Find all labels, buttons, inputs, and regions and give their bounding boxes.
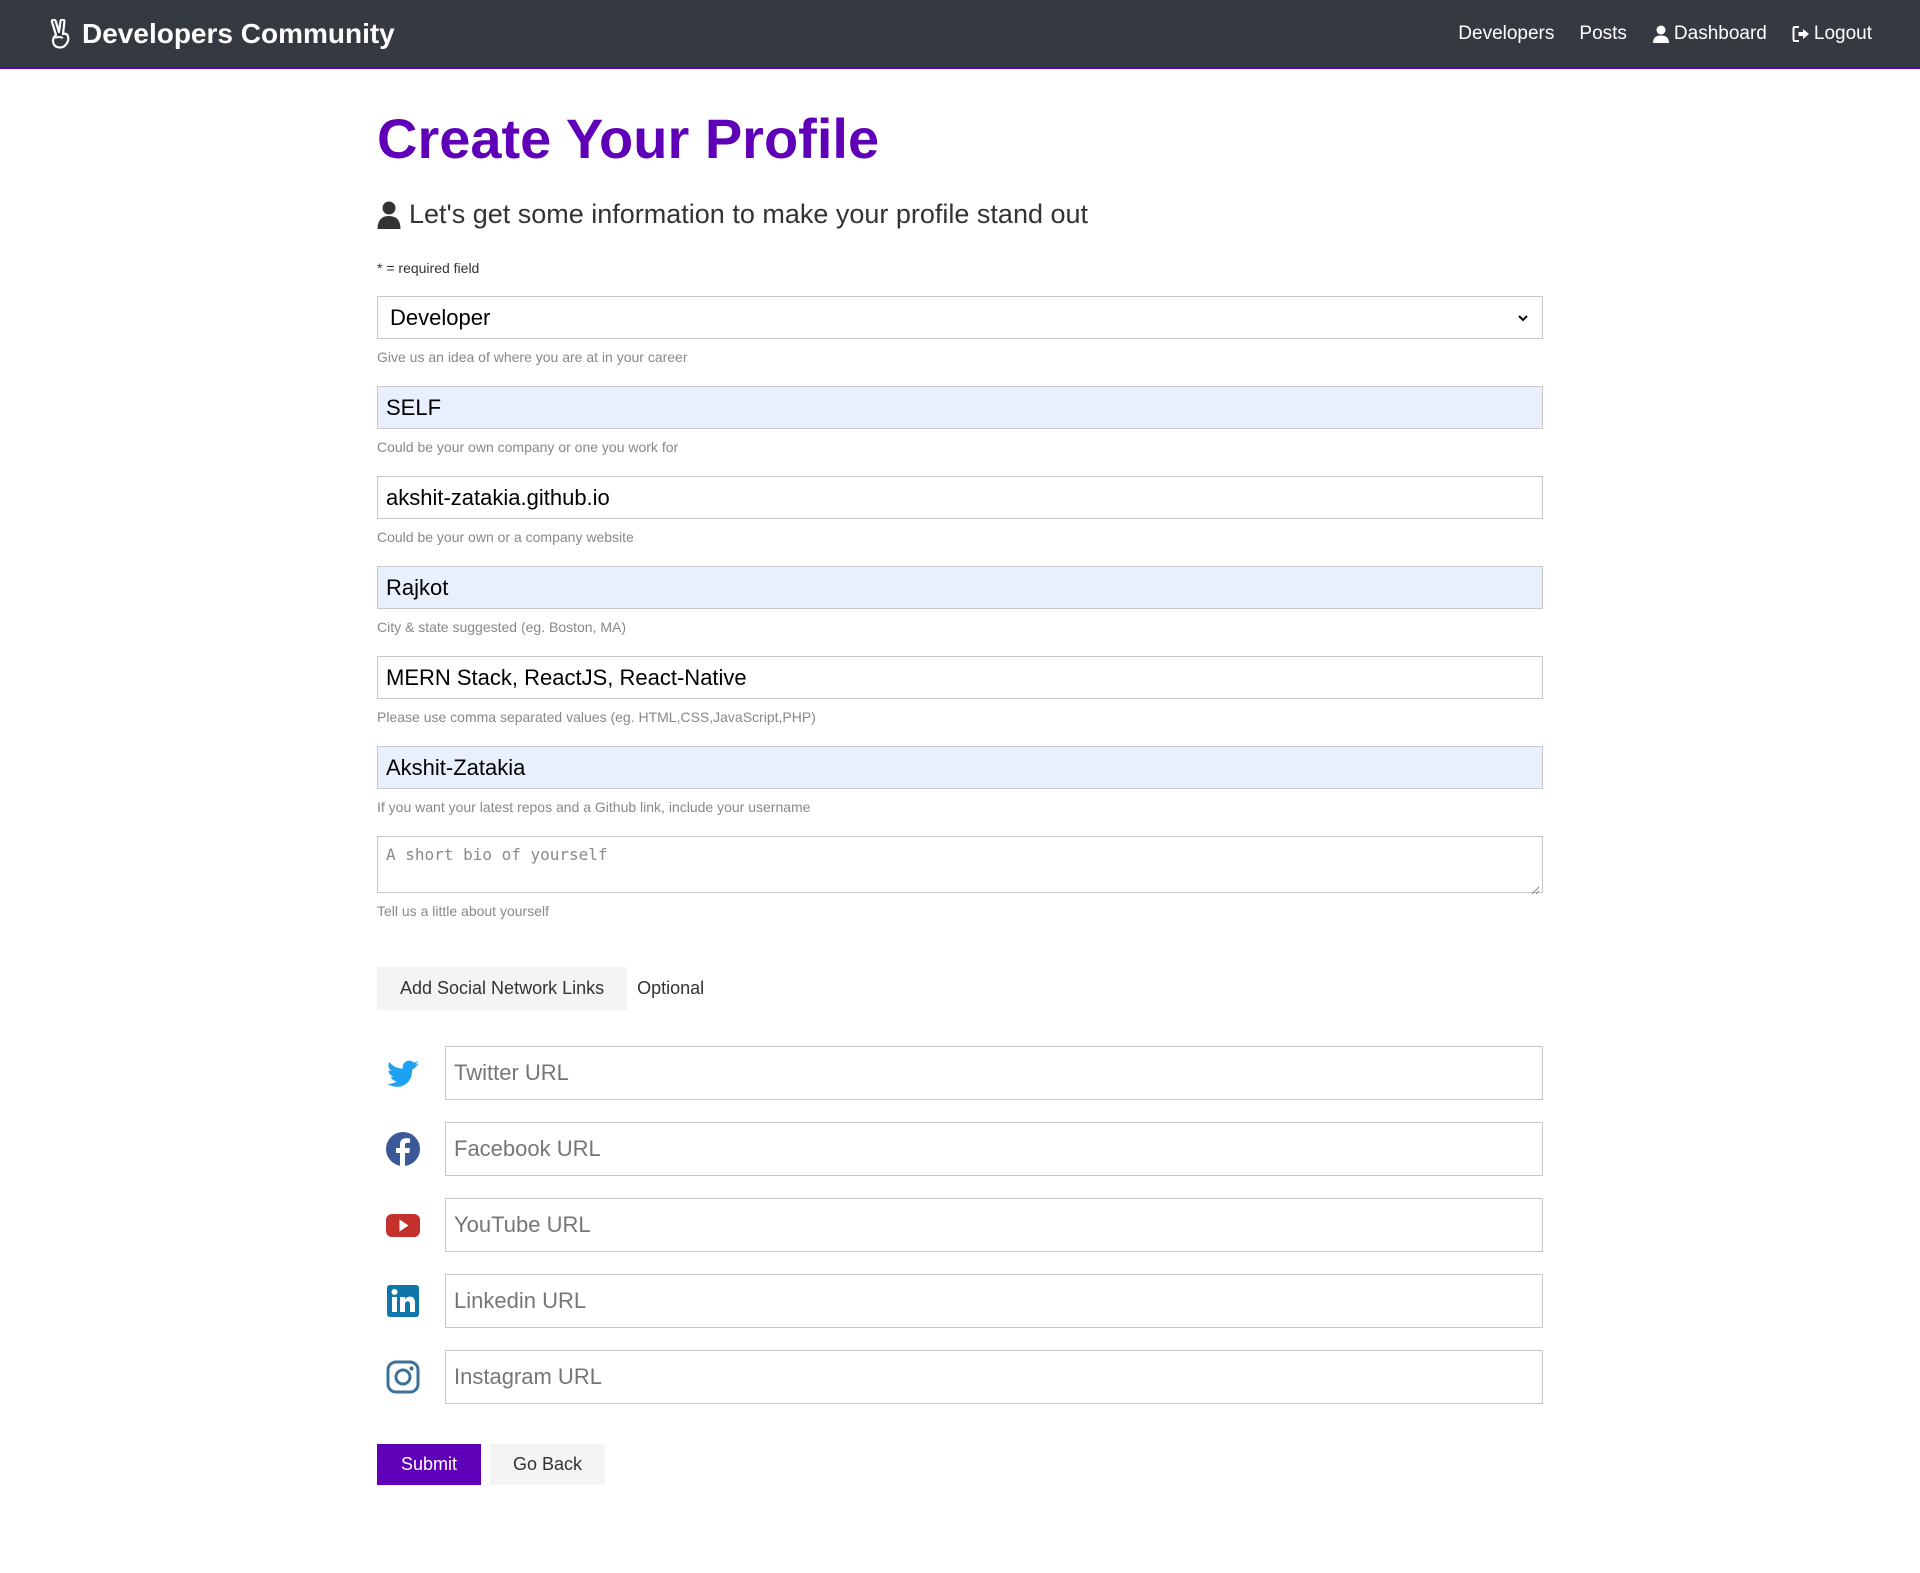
linkedin-row: Linkedin URL [377,1274,1543,1328]
profile-form-container: Create Your Profile Let's get some infor… [377,69,1543,1485]
submit-button[interactable]: Submit [377,1444,482,1485]
github-help: If you want your latest repos and a Gith… [377,799,811,815]
add-social-links-button[interactable]: Add Social Network Links [377,967,628,1010]
brand-text: Developers Community [82,17,395,49]
status-select-value: Developer [390,304,491,330]
status-group: Developer Give us an idea of where you a… [377,296,1543,365]
instagram-icon [377,1359,445,1395]
nav-logout-label: Logout [1813,22,1872,44]
user-icon [1652,25,1670,43]
navbar: Developers Community Developers Posts Da… [0,0,1920,69]
optional-label: Optional [637,978,705,998]
peace-hand-icon [48,18,74,49]
linkedin-icon [377,1283,445,1319]
resize-handle-icon[interactable] [1530,880,1540,895]
required-note: * = required field [377,260,480,276]
facebook-icon [377,1131,445,1167]
skills-group: MERN Stack, ReactJS, React-Native Please… [377,656,1543,725]
skills-input[interactable]: MERN Stack, ReactJS, React-Native [377,656,1543,699]
bio-placeholder: A short bio of yourself [386,845,608,864]
bio-group: A short bio of yourself Tell us a little… [377,836,1543,919]
instagram-row: Instagram URL [377,1350,1543,1404]
nav-dashboard-label: Dashboard [1673,22,1767,44]
sign-out-icon [1792,25,1810,43]
youtube-icon [377,1207,445,1243]
github-group: Akshit-Zatakia If you want your latest r… [377,746,1543,815]
instagram-url-input[interactable]: Instagram URL [445,1350,1543,1404]
company-help: Could be your own company or one you wor… [377,439,679,455]
social-inputs: Twitter URL Facebook URL YouTube URL Lin… [377,1046,1543,1404]
website-input[interactable]: akshit-zatakia.github.io [377,476,1543,519]
facebook-row: Facebook URL [377,1122,1543,1176]
facebook-url-input[interactable]: Facebook URL [445,1122,1543,1176]
status-help: Give us an idea of where you are at in y… [377,349,688,365]
linkedin-url-input[interactable]: Linkedin URL [445,1274,1543,1328]
nav-logout-link[interactable]: Logout [1792,23,1872,45]
website-help: Could be your own or a company website [377,529,634,545]
skills-help: Please use comma separated values (eg. H… [377,709,816,725]
form-actions: Submit Go Back [377,1444,1543,1485]
twitter-row: Twitter URL [377,1046,1543,1100]
location-group: Rajkot City & state suggested (eg. Bosto… [377,566,1543,635]
user-icon [377,201,401,229]
bio-textarea[interactable]: A short bio of yourself [377,836,1543,895]
nav-developers-link[interactable]: Developers [1458,23,1554,45]
lead-text: Let's get some information to make your … [377,199,1543,230]
github-username-input[interactable]: Akshit-Zatakia [377,746,1543,789]
website-group: akshit-zatakia.github.io Could be your o… [377,476,1543,545]
company-group: SELF Could be your own company or one yo… [377,386,1543,455]
go-back-button[interactable]: Go Back [490,1444,606,1485]
chevron-down-icon [1516,311,1530,325]
location-help: City & state suggested (eg. Boston, MA) [377,619,627,635]
page-title: Create Your Profile [377,107,880,170]
twitter-icon [377,1055,445,1091]
status-select[interactable]: Developer [377,296,1543,339]
nav-posts-link[interactable]: Posts [1579,23,1627,45]
company-input[interactable]: SELF [377,386,1543,429]
lead-label: Let's get some information to make your … [409,199,1089,229]
nav-links: Developers Posts Dashboard Logout [1433,23,1872,45]
twitter-url-input[interactable]: Twitter URL [445,1046,1543,1100]
location-input[interactable]: Rajkot [377,566,1543,609]
bio-help: Tell us a little about yourself [377,903,549,919]
social-toggle-row: Add Social Network Links Optional [377,967,1543,1010]
youtube-url-input[interactable]: YouTube URL [445,1198,1543,1252]
nav-dashboard-link[interactable]: Dashboard [1652,23,1767,45]
youtube-row: YouTube URL [377,1198,1543,1252]
brand-link[interactable]: Developers Community [48,18,395,50]
